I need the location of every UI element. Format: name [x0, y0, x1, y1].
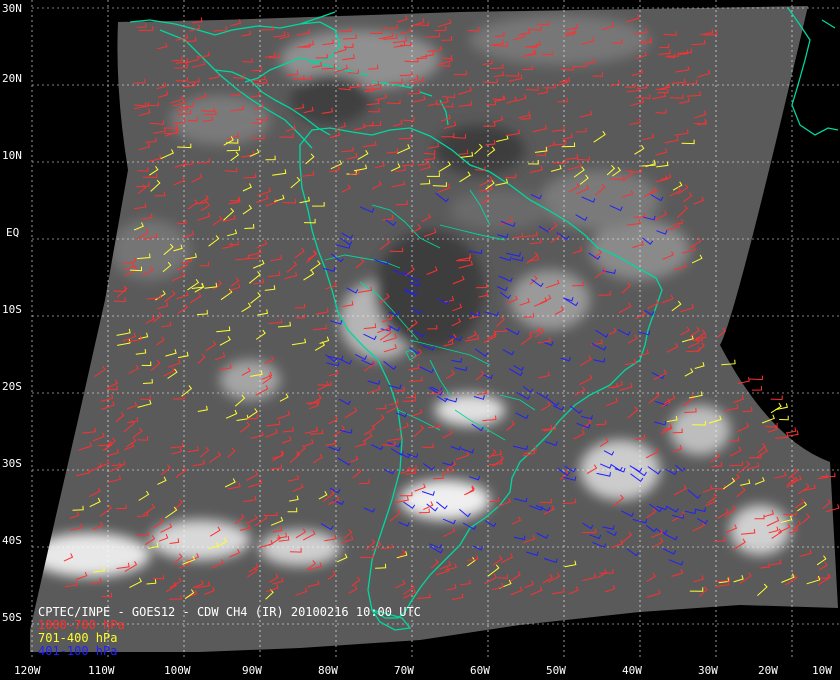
wind-barb — [779, 415, 789, 421]
legend-high-level: 401-100 hPa — [38, 644, 117, 658]
cloud-patch — [220, 360, 280, 400]
lon-label-60w: 60W — [470, 664, 490, 677]
map-title: CPTEC/INPE - GOES12 - CDW CH4 (IR) 20100… — [38, 605, 421, 619]
lat-label-eq: EQ — [6, 226, 19, 239]
satellite-wind-map: 30N 20N 10N EQ 10S 20S 30S 40S 50S 120W … — [0, 0, 840, 680]
cloud-patch — [30, 533, 150, 577]
cloud-patch — [280, 30, 440, 90]
land-patch — [290, 75, 370, 125]
lat-label-20n: 20N — [2, 72, 22, 85]
wind-barb — [751, 385, 763, 391]
lat-label-30n: 30N — [2, 2, 22, 15]
land-patch — [375, 230, 485, 350]
cloud-patch — [540, 170, 660, 230]
cloud-patch — [730, 505, 790, 555]
wind-barb — [770, 402, 782, 414]
lon-label-120w: 120W — [14, 664, 41, 677]
lon-label-90w: 90W — [242, 664, 262, 677]
lat-label-40s: 40S — [2, 534, 22, 547]
legend-low-level: 1000-700 hPa — [38, 618, 125, 632]
lat-label-50s: 50S — [2, 611, 22, 624]
lon-label-80w: 80W — [318, 664, 338, 677]
cloud-patch — [470, 15, 650, 65]
latitude-labels: 30N 20N 10N EQ 10S 20S 30S 40S 50S — [2, 2, 22, 624]
lat-label-20s: 20S — [2, 380, 22, 393]
cloud-patch — [670, 405, 730, 455]
land-patch — [435, 125, 525, 175]
cloud-patch — [510, 270, 590, 330]
lon-label-110w: 110W — [88, 664, 115, 677]
lon-label-10w: 10W — [812, 664, 832, 677]
legend-mid-level: 701-400 hPa — [38, 631, 117, 645]
lon-label-70w: 70W — [394, 664, 414, 677]
lon-label-40w: 40W — [622, 664, 642, 677]
cloud-patch — [400, 480, 490, 520]
lon-label-50w: 50W — [546, 664, 566, 677]
lat-label-10n: 10N — [2, 149, 22, 162]
lon-label-20w: 20W — [758, 664, 778, 677]
cloud-patch — [150, 520, 250, 560]
map-canvas: 30N 20N 10N EQ 10S 20S 30S 40S 50S 120W … — [2, 0, 840, 677]
wind-barb — [749, 375, 763, 381]
lon-label-30w: 30W — [698, 664, 718, 677]
wind-barb — [770, 395, 783, 401]
wind-barb — [785, 427, 797, 434]
lat-label-30s: 30S — [2, 457, 22, 470]
lat-label-10s: 10S — [2, 303, 22, 316]
lon-label-100w: 100W — [164, 664, 191, 677]
longitude-labels: 120W 110W 100W 90W 80W 70W 60W 50W 40W 3… — [14, 664, 832, 677]
